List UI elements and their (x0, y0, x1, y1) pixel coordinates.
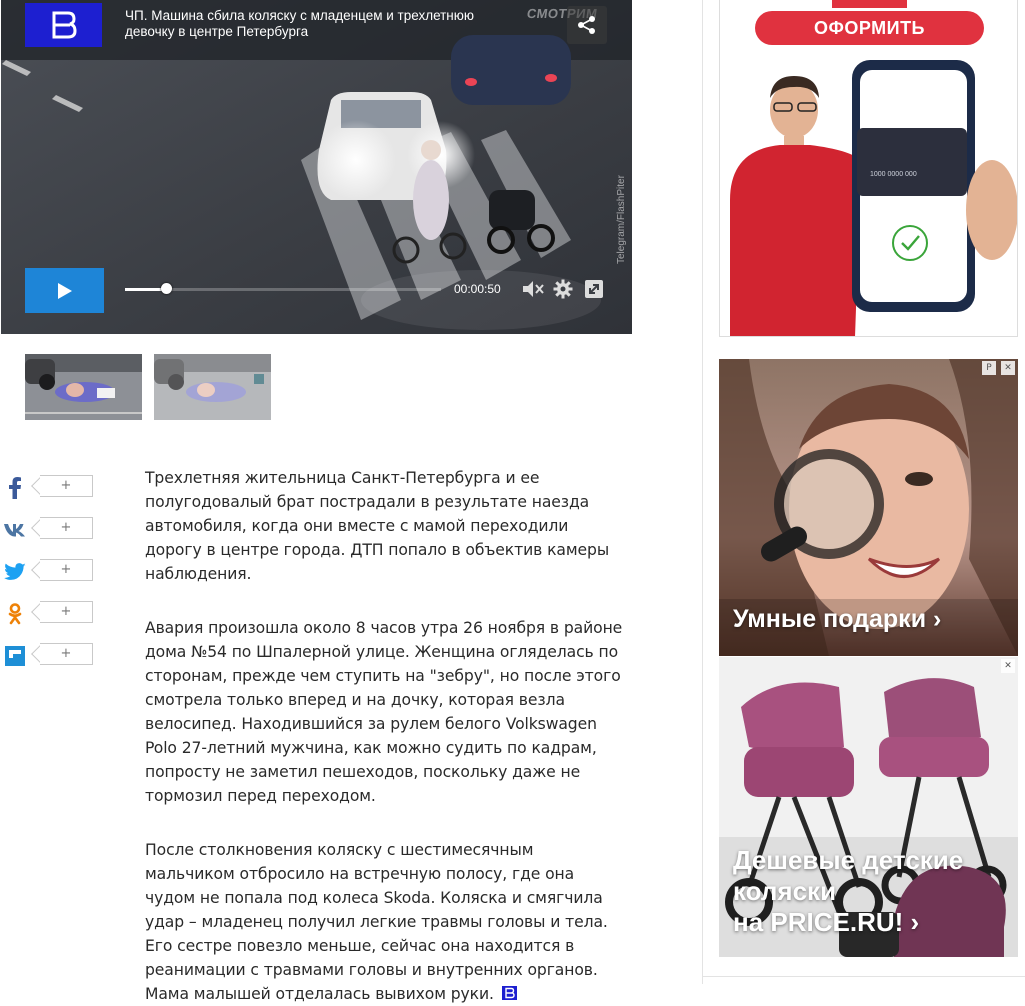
share-vkontakte[interactable]: + (4, 517, 93, 543)
column-divider (702, 0, 703, 984)
vesti-end-icon (501, 986, 517, 1000)
svg-text:1000 0000 000: 1000 0000 000 (870, 171, 917, 178)
ad-strollers-caption-line-3: на PRICE.RU! › (733, 907, 920, 937)
ad-close-icon[interactable]: ✕ (1001, 361, 1015, 375)
ad-strollers-caption[interactable]: Дешевые детские коляски на PRICE.RU! › (733, 845, 963, 938)
ad-gifts-caption[interactable]: Умные подарки › (733, 605, 941, 634)
ad-marker[interactable]: Р (982, 361, 996, 375)
progress-bar[interactable] (125, 283, 441, 294)
share-counter: + (31, 601, 93, 623)
video-watermark: Telegram/FlashPiter (616, 175, 627, 264)
twitter-icon[interactable] (4, 561, 26, 583)
share-odnoklassniki[interactable]: + (4, 601, 93, 627)
share-flipboard[interactable]: + (4, 643, 93, 669)
thumbnail-image (25, 354, 142, 420)
vk-icon[interactable] (4, 519, 26, 541)
odnoklassniki-icon[interactable] (4, 603, 26, 625)
progress-handle[interactable] (161, 283, 173, 294)
flipboard-icon[interactable] (4, 645, 26, 667)
facebook-icon[interactable] (4, 477, 26, 499)
ad-bank-illustration: 1000 0000 000 (730, 0, 1017, 336)
vesti-logo[interactable] (25, 3, 102, 47)
share-twitter[interactable]: + (4, 559, 93, 585)
settings-button[interactable] (551, 278, 575, 300)
article-paragraph-3: После столкновения коляску с шестимесячн… (145, 841, 608, 1003)
ad-banner-bank[interactable]: 1000 0000 000 ОФОРМИТЬ (719, 0, 1018, 337)
share-counter: + (31, 517, 93, 539)
mute-button[interactable] (521, 278, 545, 300)
fullscreen-icon (585, 280, 603, 298)
ad-banner-strollers[interactable]: ✕ Дешевые детские коляски на PRICE.RU! › (719, 657, 1018, 957)
fullscreen-button[interactable] (582, 278, 606, 300)
time-display: 00:00:50 (454, 282, 501, 296)
ad-banner-gifts[interactable]: Р ✕ Умные подарки › (719, 359, 1018, 656)
thumbnail-2[interactable] (154, 354, 271, 420)
volume-muted-icon (523, 281, 544, 297)
share-icon (578, 16, 595, 34)
video-player[interactable]: ЧП. Машина сбила коляску с младенцем и т… (1, 0, 632, 334)
share-facebook[interactable]: + (4, 475, 93, 501)
article-paragraph-2: Авария произошла около 8 часов утра 26 н… (145, 619, 623, 805)
gear-icon (553, 279, 573, 299)
share-button[interactable] (567, 6, 607, 44)
article-body: Трехлетняя жительница Санкт-Петербурга и… (145, 466, 625, 1006)
share-counter: + (31, 559, 93, 581)
progress-fill (125, 288, 167, 291)
column-bottom-rule (703, 976, 1025, 977)
ad-strollers-caption-line-2: коляски (733, 876, 837, 906)
article-paragraph-1: Трехлетняя жительница Санкт-Петербурга и… (145, 469, 610, 583)
vesti-v-icon (52, 11, 77, 39)
video-title: ЧП. Машина сбила коляску с младенцем и т… (125, 8, 475, 39)
thumbnail-image (154, 354, 271, 420)
play-button[interactable] (25, 268, 104, 313)
ad-close-icon[interactable]: ✕ (1001, 659, 1015, 673)
ad-bank-cta-button[interactable]: ОФОРМИТЬ (755, 11, 984, 45)
share-counter: + (31, 475, 93, 497)
share-counter: + (31, 643, 93, 665)
play-icon (57, 282, 72, 299)
thumbnail-1[interactable] (25, 354, 142, 420)
ad-strollers-caption-line-1: Дешевые детские (733, 845, 964, 875)
